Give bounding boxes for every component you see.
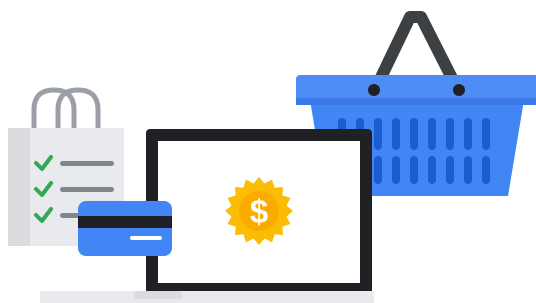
checklist-line-2 bbox=[60, 187, 114, 192]
card-stripe bbox=[78, 216, 172, 228]
laptop-base bbox=[40, 291, 374, 303]
badge-symbol: $ bbox=[250, 193, 268, 230]
shopping-illustration: $ bbox=[8, 11, 536, 303]
bag-side-shade bbox=[8, 128, 30, 246]
bag-handle-back bbox=[31, 87, 77, 130]
laptop-base-notch bbox=[134, 291, 182, 299]
bag-handle-front bbox=[55, 87, 101, 130]
card-body bbox=[78, 201, 172, 256]
card-number-line bbox=[130, 236, 162, 240]
checklist-line-1 bbox=[60, 161, 114, 166]
basket-rim-shadow bbox=[296, 98, 536, 105]
dollar-badge-icon: $ bbox=[225, 177, 293, 245]
basket-knob-left bbox=[368, 84, 380, 96]
basket-knob-right bbox=[453, 84, 465, 96]
credit-card-icon bbox=[78, 201, 172, 256]
